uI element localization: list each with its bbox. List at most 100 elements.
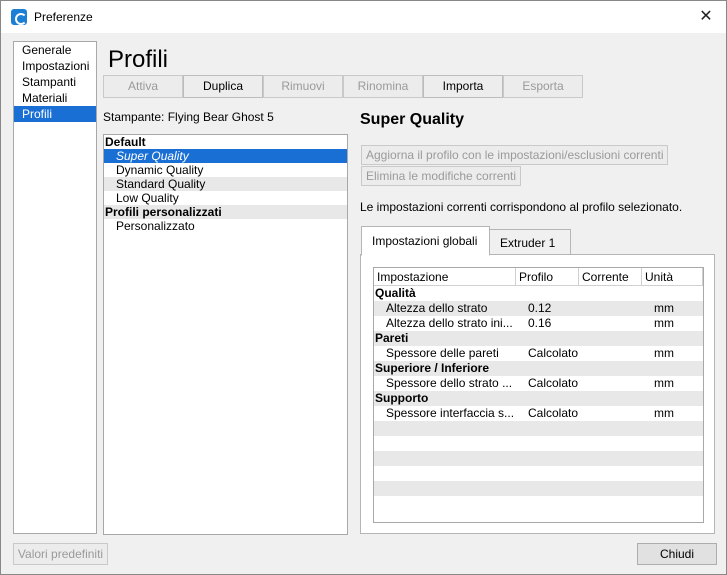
profile-value (516, 421, 579, 436)
window-title: Preferenze (34, 10, 93, 24)
settings-table[interactable]: Impostazione Profilo Corrente Unità Qual… (373, 267, 704, 523)
profile-value (516, 496, 579, 511)
preferences-nav: Generale Impostazioni Stampanti Materiali Pr… (13, 41, 97, 534)
nav-item-impostazioni[interactable]: Impostazioni (14, 58, 96, 74)
setting-name (374, 466, 516, 481)
column-header-profile[interactable]: Profilo (516, 268, 579, 286)
profile-value (516, 451, 579, 466)
unit-value: mm (654, 316, 674, 330)
update-profile-button[interactable]: Aggiorna il profilo con le impostazioni/… (361, 145, 669, 165)
current-value (579, 496, 642, 511)
column-header-setting[interactable]: Impostazione (374, 268, 516, 286)
setting-name: Pareti (375, 331, 409, 345)
empty-row (374, 436, 703, 451)
current-value (579, 316, 642, 331)
current-value (579, 406, 642, 421)
current-value (579, 466, 642, 481)
settings-group-row: Pareti (374, 331, 703, 346)
setting-name (374, 481, 516, 496)
setting-name (374, 451, 516, 466)
empty-row (374, 466, 703, 481)
preferences-window: Preferenze ✕ Generale Impostazioni Stampan… (0, 0, 727, 575)
tab-global-settings[interactable]: Impostazioni globali (361, 226, 490, 256)
selected-profile-name: Super Quality (360, 111, 465, 128)
settings-group-row: Supporto (374, 391, 703, 406)
printer-label: Stampante: Flying Bear Ghost 5 (103, 110, 274, 124)
current-value (579, 436, 642, 451)
profile-value: 0.16 (528, 316, 552, 330)
duplica-button[interactable]: Duplica (183, 75, 263, 98)
table-body: Qualità Altezza dello strato 0.12 mm Altezza… (374, 286, 703, 511)
current-value (579, 391, 642, 406)
table-row: Spessore delle pareti Calcolato mm (374, 346, 703, 361)
setting-name: Spessore delle pareti (386, 346, 499, 360)
profile-value: Calcolato (528, 376, 579, 390)
empty-row (374, 496, 703, 511)
global-settings-panel: Impostazione Profilo Corrente Unità Qual… (360, 254, 715, 534)
column-header-unit[interactable]: Unità (642, 268, 703, 286)
profile-value (516, 331, 579, 346)
profile-list-item[interactable]: Dynamic Quality (104, 163, 347, 177)
setting-name (374, 436, 516, 451)
setting-name: Altezza dello strato (386, 301, 488, 315)
profile-status-text: Le impostazioni correnti corrispondono a… (360, 200, 683, 214)
unit-value: mm (654, 376, 674, 390)
profile-list-item[interactable]: Low Quality (104, 191, 347, 205)
profile-value (516, 286, 579, 301)
restore-defaults-button[interactable]: Valori predefiniti (13, 543, 108, 565)
setting-name (374, 496, 516, 511)
unit-value (642, 496, 703, 511)
profile-list[interactable]: Default Super Quality Dynamic Quality Stand… (103, 134, 348, 535)
setting-name: Spessore dello strato ... (386, 376, 513, 390)
nav-item-stampanti[interactable]: Stampanti (14, 74, 96, 90)
unit-value (642, 391, 703, 406)
column-header-current[interactable]: Corrente (579, 268, 642, 286)
profile-group-header: Default (105, 135, 146, 149)
nav-item-materiali[interactable]: Materiali (14, 90, 96, 106)
discard-changes-button[interactable]: Elimina le modifiche correnti (361, 166, 522, 186)
table-row: Altezza dello strato ini... 0.16 mm (374, 316, 703, 331)
unit-value (642, 436, 703, 451)
page-title: Profili (108, 46, 169, 73)
profile-list-item[interactable]: Super Quality (104, 149, 347, 163)
close-window-button[interactable]: ✕ (694, 5, 718, 29)
profile-value: 0.12 (528, 301, 552, 315)
table-row: Altezza dello strato 0.12 mm (374, 301, 703, 316)
setting-name: Altezza dello strato ini... (386, 316, 513, 330)
table-header: Impostazione Profilo Corrente Unità (374, 268, 703, 286)
setting-name (374, 421, 516, 436)
cura-app-icon (11, 9, 27, 25)
nav-item-generale[interactable]: Generale (14, 42, 96, 58)
title-bar: Preferenze ✕ (1, 1, 726, 33)
profile-value (516, 481, 579, 496)
unit-value: mm (654, 346, 674, 360)
rinomina-button[interactable]: Rinomina (343, 75, 423, 98)
importa-button[interactable]: Importa (423, 75, 503, 98)
settings-group-row: Qualità (374, 286, 703, 301)
current-value (579, 286, 642, 301)
current-value (579, 361, 642, 376)
rimuovi-button[interactable]: Rimuovi (263, 75, 343, 98)
empty-row (374, 451, 703, 466)
current-value (579, 331, 642, 346)
setting-name: Spessore interfaccia s... (386, 406, 515, 420)
empty-row (374, 481, 703, 496)
setting-name: Superiore / Inferiore (375, 361, 490, 375)
table-row: Spessore interfaccia s... Calcolato mm (374, 406, 703, 421)
current-value (579, 421, 642, 436)
attiva-button[interactable]: Attiva (103, 75, 183, 98)
profile-list-item[interactable]: Personalizzato (104, 219, 347, 233)
profile-value (516, 361, 579, 376)
current-value (579, 301, 642, 316)
esporta-button[interactable]: Esporta (503, 75, 583, 98)
unit-value: mm (654, 301, 674, 315)
unit-value (642, 466, 703, 481)
nav-item-profili[interactable]: Profili (14, 106, 96, 122)
unit-value (642, 361, 703, 376)
unit-value (642, 451, 703, 466)
current-value (579, 481, 642, 496)
profile-list-item[interactable]: Standard Quality (104, 177, 347, 191)
table-row: Spessore dello strato ... Calcolato mm (374, 376, 703, 391)
tab-extruder-1[interactable]: Extruder 1 (489, 229, 571, 255)
close-button[interactable]: Chiudi (637, 543, 717, 565)
